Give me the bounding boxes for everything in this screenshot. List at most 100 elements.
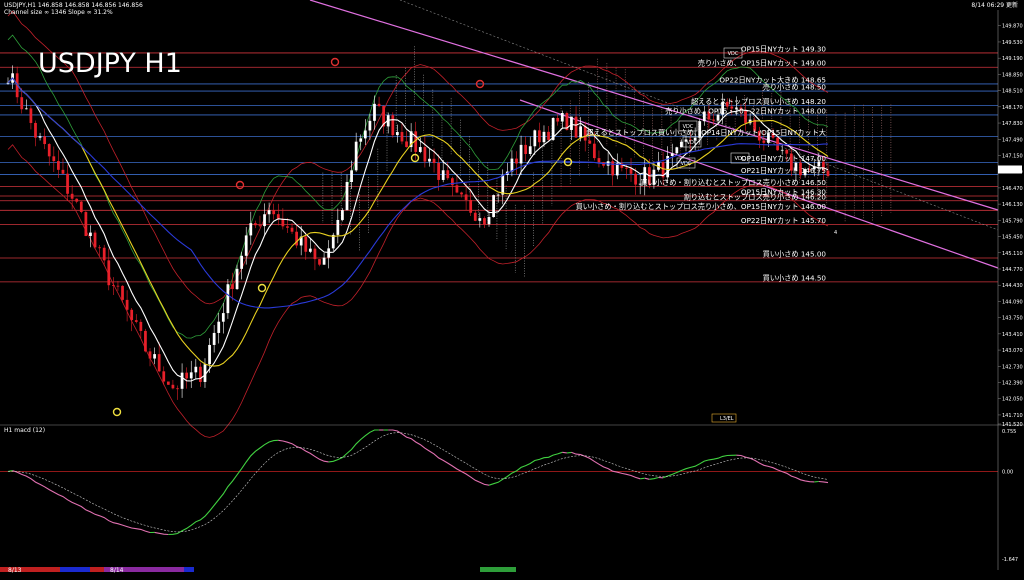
candle-body [355,142,358,171]
candle-body [158,354,161,371]
candle-body [488,217,491,224]
candle-body [588,141,591,144]
candle-body [222,313,225,322]
candle-body [291,228,294,232]
price-tick-label: 149.190 [1002,56,1023,62]
candle-body [153,354,156,358]
candle-body [149,351,152,358]
candle-body [52,156,55,161]
candle-body [66,174,69,194]
price-tick-label: 144.770 [1002,267,1023,273]
candle-body [25,108,28,109]
candle-body [785,150,788,154]
candle-body [556,118,559,122]
candle-body [547,132,550,140]
chart-svg: VDCVDCVDCVDCVDC4L3/EL 0.7550.00-1.647H1 … [0,0,1024,576]
candle-body [208,345,211,364]
candle-body [20,97,23,109]
time-strip [480,567,516,572]
price-tick-label: 141.710 [1002,413,1023,419]
candle-body [359,138,362,141]
candle-body [327,248,330,257]
macd-zero-label: 0.00 [1002,469,1013,475]
candle-body [469,200,472,213]
candle-body [57,161,60,170]
candle-body [126,300,129,310]
candle-body [231,284,234,289]
update-time: 8/14 06:29 更新 [971,1,1018,9]
candle-body [341,210,344,220]
macd-name: H1 macd (12) [4,427,45,434]
time-strip [90,567,104,572]
price-tick-label: 141.520 [1002,422,1023,428]
marker-number: 4 [834,230,837,236]
candle-body [48,144,51,156]
candle-body [7,83,10,84]
level-label: 売り小さめ、OP15・20・22日NYカット 148.00 [665,106,826,115]
candle-body [71,194,74,199]
candle-body [712,119,715,120]
candle-body [520,145,523,164]
candle-body [533,130,536,146]
candle-body [364,130,367,138]
candle-body [135,320,138,322]
header-line-1: USDJPY,H1 146.858 146.858 146.856 146.85… [4,2,143,9]
candle-body [538,130,541,142]
candle-body [181,373,184,389]
vdc-label: VDC [687,140,698,146]
candle-body [456,185,459,192]
candle-body [524,145,527,154]
candle-body [543,132,546,142]
candle-body [185,373,188,379]
candle-body [30,108,33,123]
candle-body [217,322,220,333]
candle-body [240,256,243,269]
candle-body [529,146,532,154]
candle-body [630,168,633,173]
price-tick-label: 145.450 [1002,235,1023,241]
candle-body [213,333,216,345]
level-label: OP15日NYカット 149.30 [741,44,827,53]
candle-body [117,286,120,287]
candle-body [446,170,449,178]
candle-body [680,142,683,148]
level-label: OP16日NYカット 147.00 [741,154,827,163]
level-label: 超えるとストップロス買い小さめ 148.20 [691,97,826,106]
candle-body [176,388,179,389]
price-tick-label: 147.830 [1002,121,1023,127]
candle-body [625,168,628,169]
candle-body [483,218,486,224]
time-label: 8/14 [110,567,124,574]
candle-body [332,235,335,248]
candle-body [369,121,372,131]
candle-body [511,159,514,172]
candle-body [762,140,765,142]
price-tick-label: 145.110 [1002,251,1023,257]
candle-body [314,249,317,259]
candle-body [616,163,619,175]
price-tick-label: 144.090 [1002,299,1023,305]
candle-body [272,210,275,214]
candle-body [249,223,252,235]
level-label: 売り小さめ、OP15日NYカット 149.00 [698,59,827,68]
vdc-label: VDC [681,161,692,167]
candle-body [391,115,394,135]
candle-body [671,153,674,156]
candle-body [103,248,106,261]
candle-body [442,170,445,180]
price-tick-label: 142.390 [1002,381,1023,387]
candle-body [515,159,518,164]
level-label: 割り込むとストップロス売り小さめ 146.20 [684,192,827,201]
price-tick-label: 147.490 [1002,137,1023,143]
candle-body [277,214,280,218]
level-label: 売り小さめ 148.50 [763,83,827,92]
candle-body [98,247,101,248]
candle-body [194,367,197,373]
candle-body [437,163,440,180]
candle-body [259,225,262,226]
candle-body [227,284,230,313]
price-tick-label: 143.070 [1002,348,1023,354]
price-tick-label: 147.150 [1002,153,1023,159]
candle-body [236,269,239,289]
candle-body [501,175,504,195]
